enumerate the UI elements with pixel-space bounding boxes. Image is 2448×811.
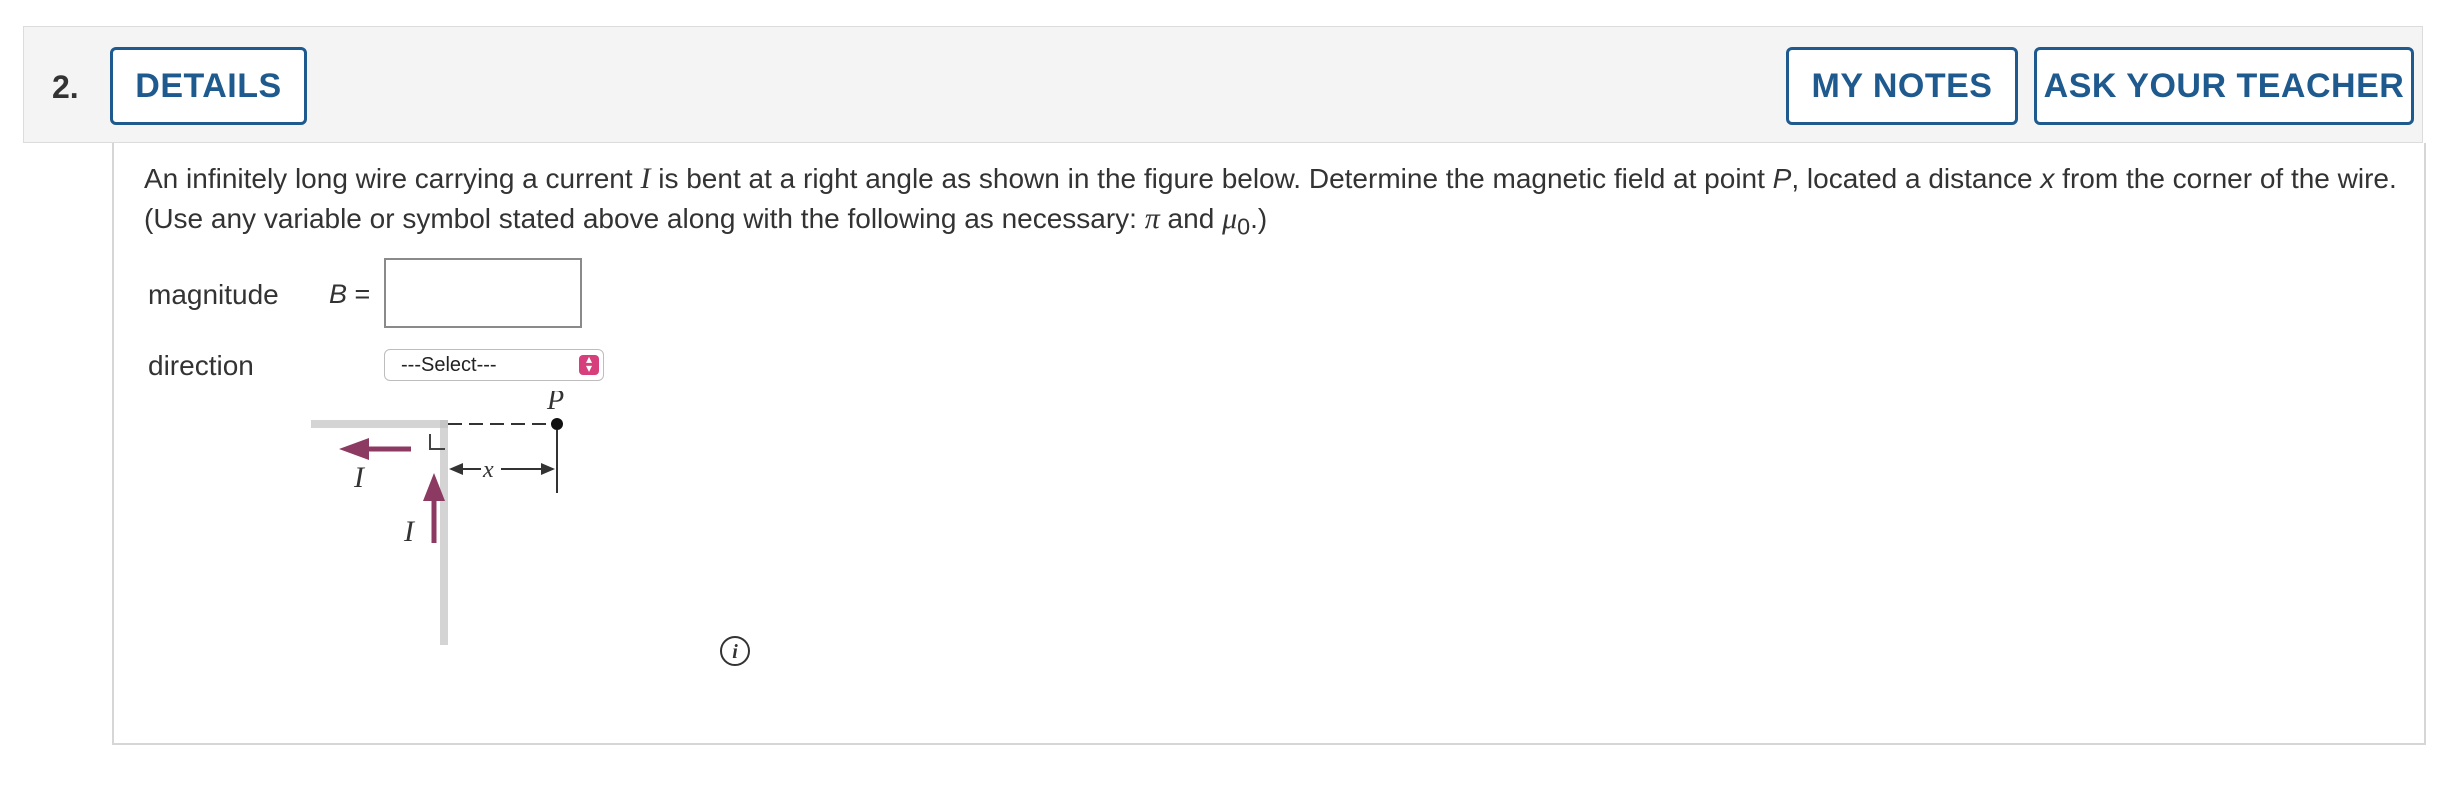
question-body: An infinitely long wire carrying a curre… xyxy=(112,143,2426,745)
b-equals-label: B = xyxy=(329,279,371,309)
wire-figure: P x I I xyxy=(311,391,564,645)
svg-text:i: i xyxy=(732,641,738,663)
x-label: x xyxy=(482,457,494,483)
info-icon[interactable]: i xyxy=(719,635,751,667)
magnitude-label: magnitude xyxy=(148,279,279,310)
horizontal-wire xyxy=(311,420,448,428)
ask-your-teacher-button[interactable]: ASK YOUR TEACHER xyxy=(2034,47,2414,125)
current-arrow-horizontal-head xyxy=(339,438,369,460)
current-label-vertical: I xyxy=(403,515,416,548)
symbol-pi: π xyxy=(1144,202,1160,235)
variable-p: P xyxy=(1772,163,1792,194)
variable-i: I xyxy=(640,162,651,195)
question-number: 2. xyxy=(52,69,79,105)
current-label-horizontal: I xyxy=(353,461,366,494)
magnitude-answer-input[interactable] xyxy=(384,258,582,328)
x-arrow-left xyxy=(449,463,463,475)
direction-label: direction xyxy=(148,350,254,381)
symbol-mu-subscript: 0 xyxy=(1237,213,1251,240)
variable-x: x xyxy=(2040,163,2055,194)
wire-corner xyxy=(440,420,448,428)
question-prompt: An infinitely long wire carrying a curre… xyxy=(144,162,2397,240)
direction-select[interactable]: ---Select--- ▴ ▾ xyxy=(384,349,604,381)
x-arrow-right xyxy=(541,463,555,475)
vertical-wire xyxy=(440,420,448,645)
symbol-mu: μ xyxy=(1222,202,1238,235)
my-notes-button[interactable]: MY NOTES xyxy=(1786,47,2018,125)
details-button[interactable]: DETAILS xyxy=(110,47,307,125)
question-header: 2. DETAILS MY NOTES ASK YOUR TEACHER xyxy=(23,26,2423,143)
point-p-dot xyxy=(551,418,563,430)
direction-select-value: ---Select--- xyxy=(401,354,497,376)
point-p-label: P xyxy=(546,391,564,416)
chevron-up-down-icon: ▴ ▾ xyxy=(579,353,599,375)
